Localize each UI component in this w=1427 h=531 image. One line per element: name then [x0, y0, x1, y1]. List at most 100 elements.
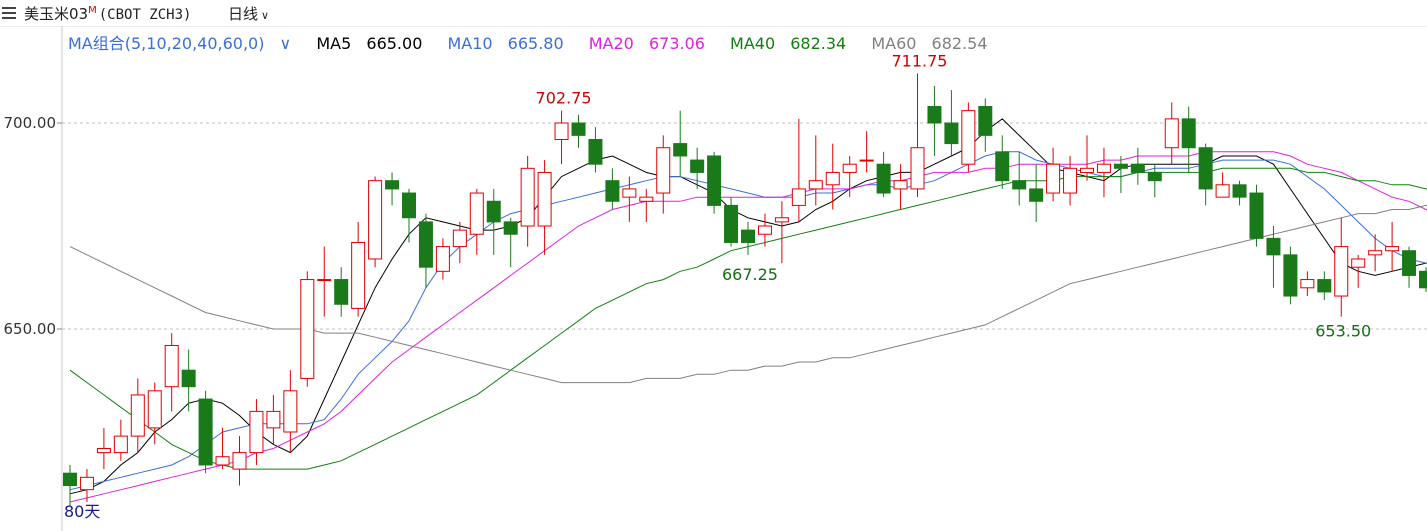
candle-body-up: [537, 171, 552, 227]
legend-ma40-label: MA40: [730, 34, 776, 53]
candle-body-down: [1317, 279, 1332, 293]
candle-body-down: [385, 180, 400, 190]
y-tick-label: 700.00: [4, 114, 57, 132]
candle-body-up: [215, 456, 230, 466]
legend-ma5-label: MA5: [316, 34, 352, 53]
candle-body-down: [334, 279, 349, 305]
candle-body-down: [1147, 171, 1162, 182]
candle-body-down: [1266, 237, 1281, 256]
candle-body-down: [673, 143, 688, 157]
candle-body-up: [893, 180, 908, 190]
candle-body-up: [554, 122, 569, 140]
candle-body-down: [876, 163, 891, 194]
candle-body-up: [266, 410, 281, 429]
candle-body-down: [63, 472, 77, 487]
candle-body-up: [961, 110, 976, 165]
legend-ma20: MA20 673.06: [589, 34, 715, 53]
candle-body-up: [232, 452, 247, 470]
candle-body-up: [130, 394, 145, 437]
candle-body-up: [1164, 118, 1179, 149]
candle-body-up: [842, 163, 857, 173]
candle-body-down: [1130, 163, 1145, 173]
candle-body-up: [1300, 279, 1315, 289]
ma-combo-selector[interactable]: MA组合(5,10,20,40,60,0) ∨: [68, 34, 301, 53]
legend-ma20-label: MA20: [588, 34, 634, 53]
candle-body-up: [79, 476, 94, 491]
candle-body-down: [588, 138, 603, 165]
candle-body-down: [605, 180, 620, 202]
chevron-down-icon: ∨: [261, 9, 270, 22]
period-selector[interactable]: 日线 ∨: [228, 3, 269, 24]
legend-ma60: MA60 682.54: [871, 34, 997, 53]
candle-body-down: [707, 155, 722, 206]
candle-body-down: [486, 200, 501, 223]
candle-body-down: [198, 398, 213, 466]
title-bar: 美玉米03M (CBOT ZCH3) 日线 ∨: [0, 0, 1427, 26]
legend-ma20-value: 673.06: [648, 34, 705, 53]
candle-body-up: [1096, 163, 1111, 173]
candle-body-up: [1063, 167, 1078, 194]
candle-body-up: [452, 229, 467, 248]
chevron-down-icon: ∨: [274, 34, 292, 53]
instrument-name: 美玉米03: [24, 5, 89, 23]
price-annotation: 711.75: [892, 52, 948, 71]
candle-body-down: [978, 106, 993, 136]
candle-body-down: [1198, 147, 1213, 190]
candle-body-down: [1181, 118, 1196, 149]
candle-body-up: [910, 147, 925, 190]
candle-body-down: [1012, 180, 1027, 190]
visible-bars-label: 80天: [64, 502, 100, 521]
candle-body-up: [1368, 250, 1383, 256]
candle-body-up: [300, 279, 315, 379]
candle-body-up: [164, 344, 179, 388]
candle-body-up: [520, 167, 535, 227]
candle-body-up: [1046, 163, 1061, 194]
candle-body-down: [571, 122, 586, 136]
period-label: 日线: [228, 5, 259, 23]
candle-body-up: [96, 447, 111, 454]
candle-body-down: [402, 192, 416, 219]
candle-body-up: [639, 196, 654, 202]
candle-body-up: [368, 180, 383, 260]
legend-ma10-value: 665.80: [507, 34, 564, 53]
candle-body-up: [774, 217, 789, 223]
candle-body-down: [181, 369, 196, 388]
candle-body-up: [147, 390, 162, 429]
legend-ma40: MA40 682.34: [730, 34, 856, 53]
candle-body-up: [1351, 258, 1366, 268]
candle-body-up: [469, 192, 484, 235]
candle-body-up: [317, 279, 332, 282]
candle-body-down: [1283, 254, 1298, 297]
instrument-code: (CBOT ZCH3): [98, 7, 192, 23]
candle-body-down: [1249, 192, 1264, 239]
legend-ma10-label: MA10: [447, 34, 493, 53]
candle-body-down: [1029, 188, 1044, 202]
menu-icon[interactable]: [2, 7, 16, 19]
instrument-title: 美玉米03M (CBOT ZCH3): [24, 3, 191, 24]
candlestick-chart[interactable]: 650.00 700.00 702.75 711.75 667.25 653.50 80天: [0, 0, 1427, 531]
candle-body-up: [622, 188, 637, 198]
candle-body-down: [503, 221, 518, 235]
candle-body-up: [1334, 246, 1349, 297]
candle-body-up: [1215, 184, 1230, 198]
candle-body-up: [791, 188, 806, 206]
price-annotation: 702.75: [536, 89, 592, 108]
legend-ma5-value: 665.00: [366, 34, 423, 53]
candle-body-up: [283, 390, 298, 433]
candle-body-up: [435, 246, 450, 272]
candle-body-down: [944, 122, 959, 145]
price-annotation: 667.25: [722, 265, 778, 284]
candle-body-up: [656, 147, 671, 194]
candle-body-up: [113, 435, 128, 454]
legend-ma40-value: 682.34: [790, 34, 847, 53]
price-annotation: 653.50: [1315, 322, 1371, 341]
candle-body-down: [418, 221, 433, 268]
main-contract-marker: M: [88, 5, 97, 16]
legend-ma5: MA5 665.00: [316, 34, 432, 53]
legend-ma60-value: 682.54: [931, 34, 988, 53]
candle-body-up: [859, 159, 874, 162]
legend-ma60-label: MA60: [871, 34, 917, 53]
candle-body-up: [249, 410, 264, 454]
candle-body-up: [1080, 167, 1094, 173]
candle-body-down: [1419, 270, 1427, 289]
